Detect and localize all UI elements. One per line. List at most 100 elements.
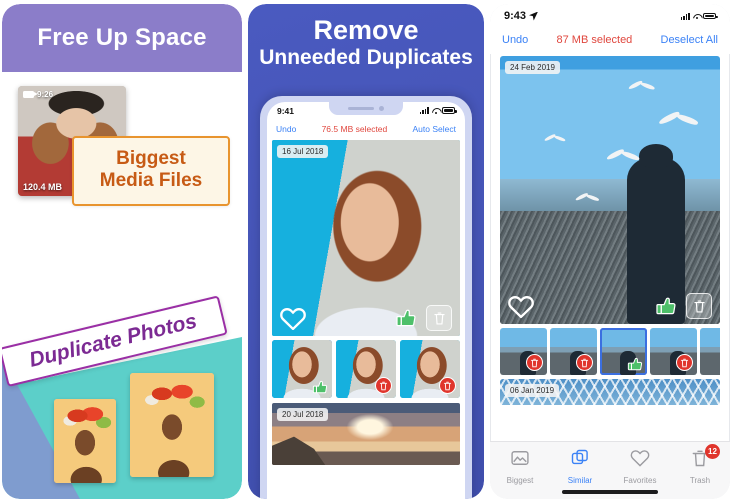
sunset-rock xyxy=(272,436,328,465)
thumbs-up-icon[interactable] xyxy=(626,356,644,373)
location-arrow-icon xyxy=(529,11,539,21)
tab-biggest[interactable]: Biggest xyxy=(490,448,550,485)
strip-item[interactable] xyxy=(700,328,720,375)
strip-item[interactable] xyxy=(650,328,697,375)
front-camera-icon xyxy=(379,106,384,111)
phone-notch xyxy=(329,102,403,115)
biggest-media-files-callout: Biggest Media Files xyxy=(72,136,230,206)
hero-photo-actions xyxy=(500,293,720,319)
hero-photo[interactable]: 24 Feb 2019 xyxy=(500,56,720,324)
app-status-bar: 9:43 xyxy=(490,4,730,26)
panel1-header: Free Up Space xyxy=(2,4,242,72)
duplicate-photo-large[interactable] xyxy=(130,373,214,477)
heart-icon[interactable] xyxy=(280,307,306,331)
tab-bar: Biggest Similar Favorites Trash 12 xyxy=(490,441,730,499)
trash-icon[interactable] xyxy=(676,354,693,371)
trash-icon[interactable] xyxy=(576,354,593,371)
panel1-body: 9:26 120.4 MB Biggest Media Files Duplic… xyxy=(2,72,242,499)
panel-free-up-space: Free Up Space 9:26 120.4 MB Biggest Medi… xyxy=(2,4,242,499)
next-group-date: 06 Jan 2019 xyxy=(505,384,560,397)
duplicate-strip xyxy=(272,340,460,398)
panel2-title: Remove Unneeded Duplicates xyxy=(248,16,484,70)
auto-select-button[interactable]: Auto Select xyxy=(413,124,456,134)
wifi-icon xyxy=(693,13,701,20)
strip-item[interactable] xyxy=(400,340,460,398)
deselect-all-button[interactable]: Deselect All xyxy=(661,34,718,46)
hero-photo-date: 24 Feb 2019 xyxy=(505,61,560,74)
home-indicator xyxy=(562,490,658,494)
video-camera-icon xyxy=(23,91,38,98)
panel3-card: 9:43 Undo 87 MB selected Deselect All 24… xyxy=(490,4,730,499)
tab-trash[interactable]: Trash 12 xyxy=(670,444,730,485)
duplicate-photo-small[interactable] xyxy=(54,399,116,483)
duplicate-strip xyxy=(500,328,720,375)
trash-icon[interactable] xyxy=(426,305,452,331)
trash-icon[interactable] xyxy=(375,377,392,394)
trash-badge: 12 xyxy=(705,444,720,459)
undo-button[interactable]: Undo xyxy=(276,124,296,134)
panel-remove-duplicates: Remove Unneeded Duplicates 9:41 Undo 76.… xyxy=(248,4,484,499)
next-group-photo[interactable]: 20 Jul 2018 xyxy=(272,403,460,465)
screenshot-stage: Free Up Space 9:26 120.4 MB Biggest Medi… xyxy=(0,0,736,503)
app-nav-bar: Undo 87 MB selected Deselect All xyxy=(490,26,730,54)
status-time: 9:41 xyxy=(277,105,295,116)
panel1-title: Free Up Space xyxy=(37,24,207,51)
trash-icon[interactable] xyxy=(439,377,456,394)
hero-photo-date: 16 Jul 2018 xyxy=(277,145,329,158)
heart-icon[interactable] xyxy=(508,295,534,319)
tab-label: Similar xyxy=(567,476,593,485)
strip-item[interactable] xyxy=(500,328,547,375)
hero-photo-actions xyxy=(272,305,460,331)
callout-line-2: Media Files xyxy=(99,169,203,191)
next-group-date: 20 Jul 2018 xyxy=(277,408,329,421)
panel-app-screen: 9:43 Undo 87 MB selected Deselect All 24… xyxy=(490,4,730,499)
hero-photo[interactable]: 16 Jul 2018 xyxy=(272,140,460,336)
duplicate-photo-large-image xyxy=(130,373,214,477)
video-duration-label: 9:26 xyxy=(37,90,54,99)
video-size-label: 120.4 MB xyxy=(23,182,63,192)
strip-item[interactable] xyxy=(550,328,597,375)
sunset-glow xyxy=(346,413,393,440)
cellular-signal-icon xyxy=(680,12,690,20)
speaker-icon xyxy=(348,107,374,110)
undo-button[interactable]: Undo xyxy=(502,34,528,46)
thumbs-up-icon[interactable] xyxy=(311,379,329,396)
next-group-photo[interactable]: 06 Jan 2019 xyxy=(500,379,720,405)
panel1-card: Free Up Space 9:26 120.4 MB Biggest Medi… xyxy=(2,4,242,499)
selected-size-label: 87 MB selected xyxy=(556,34,633,46)
copies-icon xyxy=(570,448,590,473)
panel2-title-line-1: Remove xyxy=(313,15,419,45)
phone-mockup: 9:41 Undo 76.5 MB selected Auto Select 1… xyxy=(260,96,472,499)
phone-status-bar: 9:41 xyxy=(267,102,465,119)
selected-size-label: 76.5 MB selected xyxy=(321,123,388,134)
battery-icon xyxy=(703,12,718,20)
tab-label: Trash xyxy=(689,476,711,485)
trash-icon[interactable] xyxy=(526,354,543,371)
tab-similar[interactable]: Similar xyxy=(550,448,610,485)
cellular-signal-icon xyxy=(419,107,429,114)
heart-icon xyxy=(630,448,650,473)
strip-item[interactable] xyxy=(272,340,332,398)
thumbs-up-icon[interactable] xyxy=(394,307,418,330)
strip-item-selected[interactable] xyxy=(600,328,647,375)
thumbs-up-icon[interactable] xyxy=(654,295,678,318)
duplicate-photo-small-image xyxy=(54,399,116,483)
phone-nav-bar: Undo 76.5 MB selected Auto Select xyxy=(267,119,465,138)
tab-label: Favorites xyxy=(623,476,657,485)
tab-label: Biggest xyxy=(506,476,534,485)
status-time: 9:43 xyxy=(504,10,527,22)
status-indicators xyxy=(680,12,718,20)
callout-line-1: Biggest xyxy=(116,148,186,169)
battery-icon xyxy=(442,107,457,114)
video-duration-badge: 9:26 xyxy=(23,90,53,99)
status-time-wrap: 9:43 xyxy=(504,10,539,22)
wifi-icon xyxy=(432,107,440,114)
photos-icon xyxy=(510,448,530,473)
hero-sea xyxy=(500,179,720,212)
strip-item[interactable] xyxy=(336,340,396,398)
phone-screen: 9:41 Undo 76.5 MB selected Auto Select 1… xyxy=(267,102,465,499)
trash-icon[interactable] xyxy=(686,293,712,319)
panel2-title-line-2: Unneeded Duplicates xyxy=(259,46,473,70)
status-indicators xyxy=(419,107,457,114)
tab-favorites[interactable]: Favorites xyxy=(610,448,670,485)
